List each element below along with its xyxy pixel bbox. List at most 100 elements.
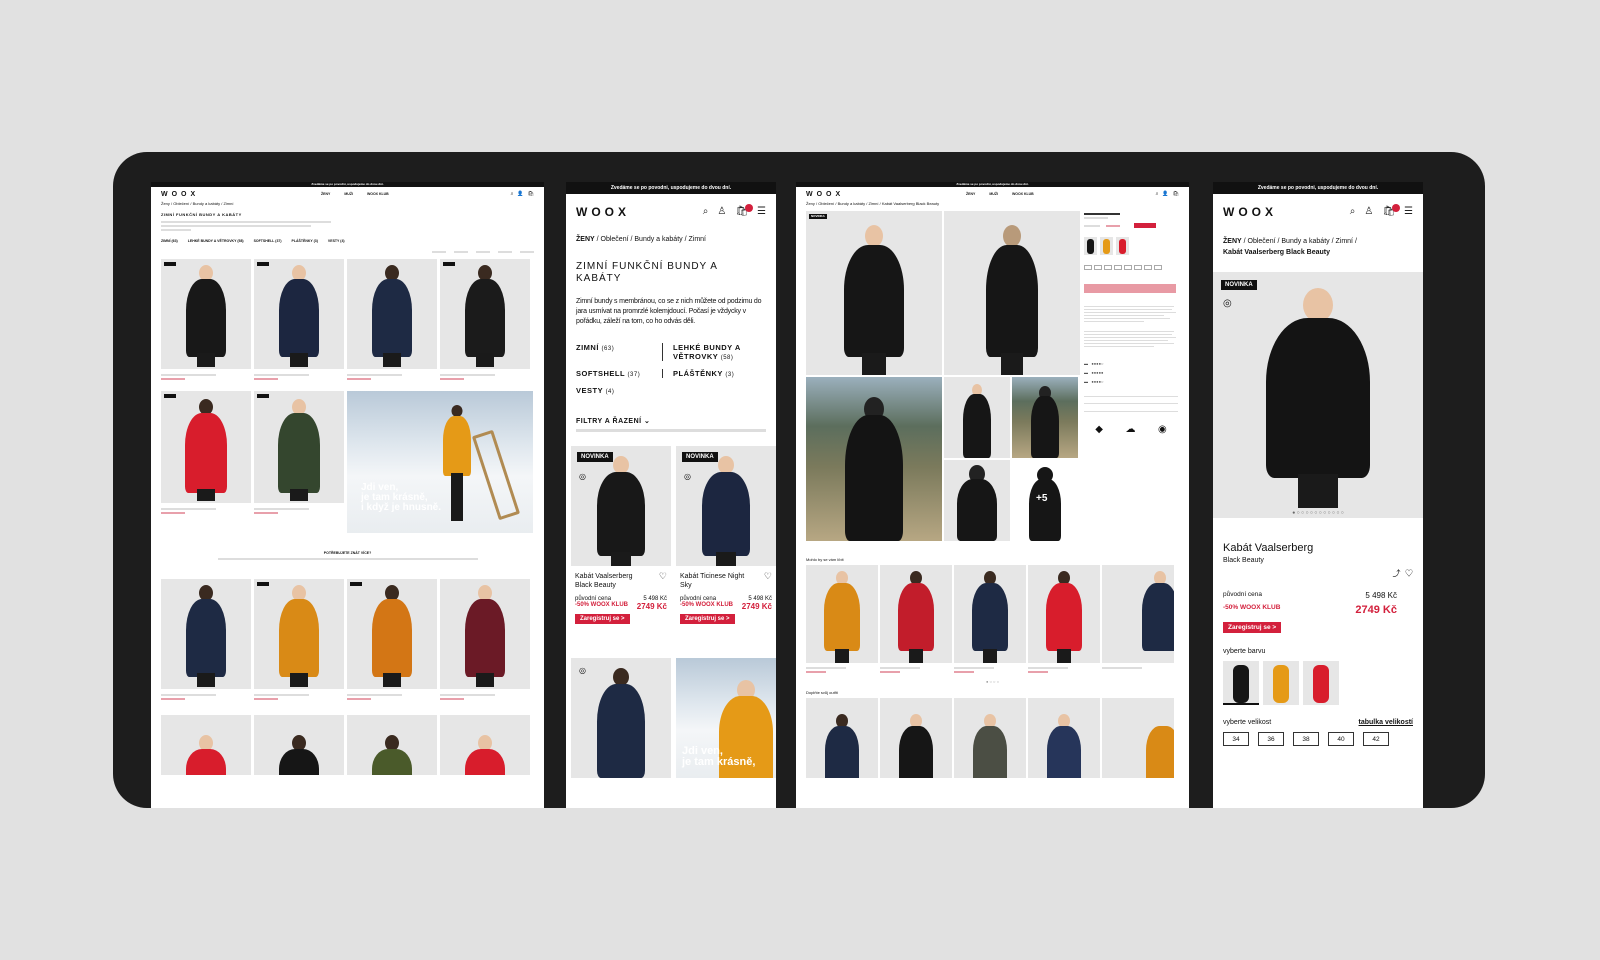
compare-icon[interactable]: ◎ bbox=[684, 472, 691, 481]
nav-woox-klub[interactable]: WOOX KLUB bbox=[367, 192, 389, 196]
cat-vesty[interactable]: VESTY (4) bbox=[328, 239, 345, 243]
promo-banner[interactable]: Jdi ven, je tam krásně, i když je hnusně… bbox=[347, 391, 533, 533]
cat-zimni[interactable]: ZIMNÍ (63) bbox=[161, 239, 178, 243]
cat-plastenky[interactable]: PLÁŠTĚNKY (3) bbox=[292, 239, 318, 243]
color-swatch-black[interactable] bbox=[1223, 661, 1259, 705]
product-card[interactable] bbox=[161, 579, 251, 709]
user-icon[interactable]: ♙ bbox=[1364, 207, 1373, 217]
breadcrumb-item[interactable]: ŽENY bbox=[576, 236, 595, 243]
logo[interactable]: WOOX bbox=[161, 191, 199, 198]
product-card[interactable] bbox=[347, 579, 437, 709]
gallery-image[interactable] bbox=[806, 377, 942, 541]
promo-banner[interactable]: Jdi ven, je tam krásně, bbox=[676, 658, 776, 778]
size-option[interactable]: 42 bbox=[1363, 732, 1389, 746]
color-swatch-orange[interactable] bbox=[1263, 661, 1299, 705]
add-to-cart-button[interactable] bbox=[1084, 284, 1176, 293]
compare-icon[interactable]: ◎ bbox=[1223, 298, 1232, 309]
accordion-item[interactable] bbox=[1084, 396, 1178, 404]
breadcrumb-item[interactable]: Bundy a kabáty bbox=[1281, 238, 1329, 245]
wishlist-icon[interactable]: ♡ bbox=[764, 571, 772, 582]
cat-zimni[interactable]: ZIMNÍ (63) bbox=[576, 343, 662, 361]
register-button[interactable]: Zaregistruj se > bbox=[680, 614, 735, 624]
product-card[interactable] bbox=[954, 565, 1026, 679]
breadcrumb-item[interactable]: Oblečení bbox=[601, 236, 629, 243]
share-icon[interactable]: ⤴ bbox=[1393, 569, 1401, 578]
image-pager[interactable]: ● ○ ○ ○ ○ ○ ○ ○ ○ ○ ○ ○ bbox=[1213, 510, 1423, 516]
accordion-item[interactable] bbox=[1084, 404, 1178, 412]
product-card[interactable]: NOVINKA ◎ ♡ Kabát Vaalserberg Black Beau… bbox=[571, 446, 671, 624]
nav-zeny[interactable]: ŽENY bbox=[321, 192, 330, 196]
logo[interactable]: WOOX bbox=[806, 191, 844, 198]
wishlist-icon[interactable]: ♡ bbox=[659, 571, 667, 582]
cat-plastenky[interactable]: PLÁŠTĚNKY (3) bbox=[662, 369, 766, 378]
search-icon[interactable]: ⌕ bbox=[1156, 191, 1159, 197]
product-card[interactable] bbox=[954, 698, 1026, 778]
cat-softshell[interactable]: SOFTSHELL (37) bbox=[576, 369, 662, 378]
product-card[interactable] bbox=[161, 259, 251, 389]
product-card[interactable] bbox=[254, 715, 344, 775]
product-card[interactable] bbox=[347, 715, 437, 775]
size-selector[interactable] bbox=[1084, 265, 1164, 270]
search-icon[interactable]: ⌕ bbox=[511, 191, 514, 197]
product-card[interactable] bbox=[254, 579, 344, 709]
sort-bar[interactable] bbox=[151, 249, 544, 259]
color-swatch[interactable] bbox=[1116, 237, 1129, 255]
compare-icon[interactable]: ◎ bbox=[579, 472, 586, 481]
register-button[interactable]: Zaregistruj se > bbox=[575, 614, 630, 624]
product-card[interactable] bbox=[806, 565, 878, 679]
nav-zeny[interactable]: ŽENY bbox=[966, 192, 975, 196]
size-option[interactable]: 38 bbox=[1293, 732, 1319, 746]
compare-icon[interactable]: ◎ bbox=[579, 666, 586, 675]
product-name[interactable]: Kabát Vaalserberg Black Beauty bbox=[575, 572, 645, 590]
size-option[interactable]: 34 bbox=[1223, 732, 1249, 746]
product-card[interactable] bbox=[440, 579, 530, 709]
cart-icon[interactable]: 🛍 bbox=[1382, 204, 1401, 217]
nav-muzi[interactable]: MUŽI bbox=[989, 192, 998, 196]
product-card[interactable] bbox=[880, 565, 952, 679]
product-card[interactable]: ◎ bbox=[571, 658, 671, 778]
product-card[interactable] bbox=[440, 715, 530, 775]
product-card[interactable] bbox=[1102, 698, 1174, 778]
wishlist-icon[interactable]: ♡ bbox=[1405, 569, 1413, 578]
product-card[interactable]: NOVINKA ◎ ♡ Kabát Ticinese Night Sky pův… bbox=[676, 446, 776, 624]
product-card[interactable] bbox=[1028, 698, 1100, 778]
register-button[interactable]: Zaregistruj se > bbox=[1223, 622, 1282, 633]
product-card[interactable] bbox=[806, 698, 878, 778]
breadcrumb-item[interactable]: Zimní bbox=[689, 236, 707, 243]
size-option[interactable]: 36 bbox=[1258, 732, 1284, 746]
product-name[interactable]: Kabát Ticinese Night Sky bbox=[680, 572, 754, 590]
nav-muzi[interactable]: MUŽI bbox=[344, 192, 353, 196]
product-card[interactable] bbox=[347, 259, 437, 389]
breadcrumb-item[interactable]: ŽENY bbox=[1223, 238, 1242, 245]
search-icon[interactable]: ⌕ bbox=[1350, 207, 1356, 217]
logo[interactable]: WOOX bbox=[1223, 205, 1277, 219]
size-option[interactable]: 40 bbox=[1328, 732, 1354, 746]
gallery-image[interactable] bbox=[944, 211, 1080, 375]
cat-lehke[interactable]: LEHKÉ BUNDY A VĚTROVKY (58) bbox=[662, 343, 766, 361]
menu-icon[interactable]: ☰ bbox=[1404, 207, 1413, 217]
gallery-image[interactable] bbox=[1012, 377, 1078, 458]
user-icon[interactable]: 👤 bbox=[1162, 191, 1168, 197]
product-card[interactable] bbox=[440, 259, 530, 389]
size-table-link[interactable]: tabulka velikostí bbox=[1359, 719, 1413, 726]
gallery-image[interactable] bbox=[944, 460, 1010, 541]
product-card[interactable] bbox=[161, 391, 251, 533]
cat-vesty[interactable]: VESTY (4) bbox=[576, 386, 662, 395]
cart-icon[interactable]: 🛍 bbox=[1173, 191, 1179, 197]
breadcrumb-item[interactable]: Oblečení bbox=[1248, 238, 1276, 245]
gallery-more[interactable]: +5 bbox=[1012, 460, 1078, 541]
user-icon[interactable]: ♙ bbox=[717, 207, 726, 217]
cart-icon[interactable]: 🛍 bbox=[735, 204, 754, 217]
product-card[interactable] bbox=[1028, 565, 1100, 679]
gallery-image[interactable]: NOVINKA bbox=[806, 211, 942, 375]
color-swatch-red[interactable] bbox=[1303, 661, 1339, 705]
product-card[interactable] bbox=[254, 259, 344, 389]
product-card[interactable] bbox=[1102, 565, 1174, 679]
color-swatch[interactable] bbox=[1100, 237, 1113, 255]
product-card[interactable] bbox=[254, 391, 344, 533]
product-card[interactable] bbox=[161, 715, 251, 775]
product-hero-image[interactable]: NOVINKA ◎ ● ○ ○ ○ ○ ○ ○ ○ ○ ○ ○ ○ bbox=[1213, 272, 1423, 518]
search-icon[interactable]: ⌕ bbox=[703, 207, 709, 217]
breadcrumb-item[interactable]: Zimní bbox=[1336, 238, 1354, 245]
breadcrumb-item[interactable]: Bundy a kabáty bbox=[634, 236, 682, 243]
